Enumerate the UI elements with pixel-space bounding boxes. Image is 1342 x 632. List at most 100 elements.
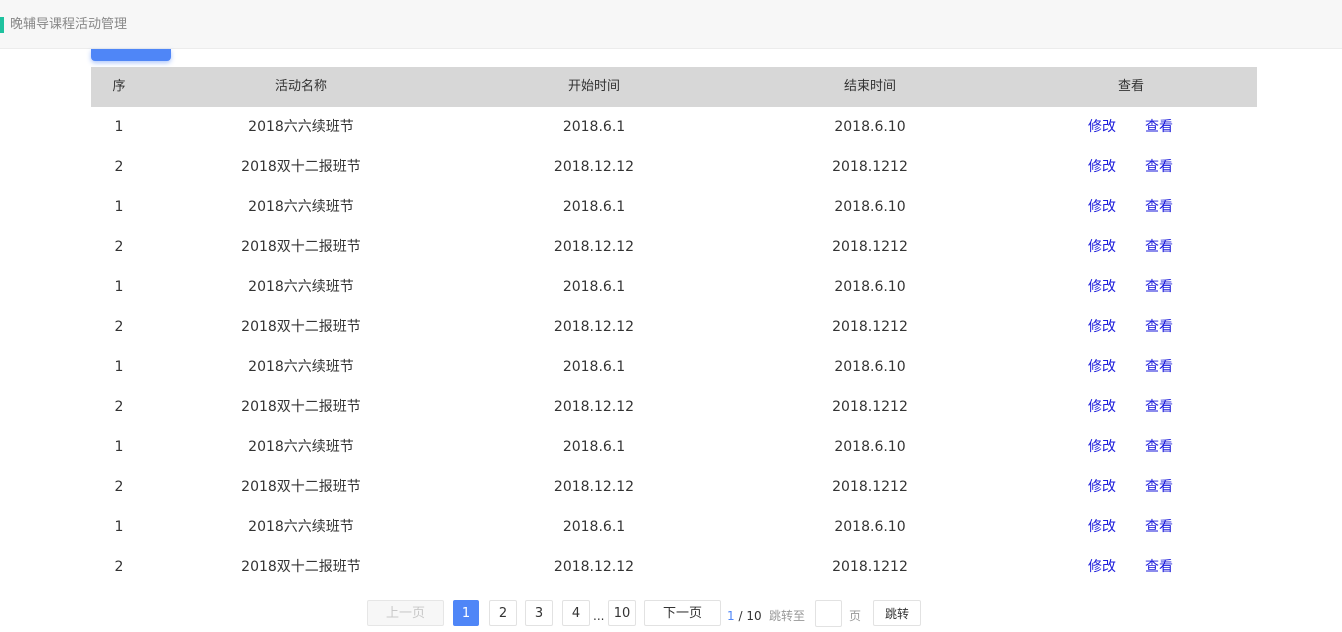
- row-seq: 1: [114, 279, 124, 295]
- row-start-time: 2018.6.1: [562, 199, 626, 215]
- row-end-time: 2018.1212: [832, 159, 908, 175]
- view-link[interactable]: 查看: [1145, 507, 1173, 547]
- table-row: 1 2018六六续班节 2018.6.1 2018.6.10 修改 查看: [91, 187, 1257, 227]
- row-activity-name: 2018双十二报班节: [241, 159, 361, 175]
- edit-link[interactable]: 修改: [1088, 427, 1116, 467]
- edit-link[interactable]: 修改: [1088, 347, 1116, 387]
- page-button-10[interactable]: 10: [608, 600, 636, 626]
- row-start-time: 2018.12.12: [553, 159, 635, 175]
- view-link[interactable]: 查看: [1145, 467, 1173, 507]
- row-start-time: 2018.12.12: [553, 559, 635, 575]
- view-link[interactable]: 查看: [1145, 187, 1173, 227]
- row-seq: 1: [114, 359, 124, 375]
- header-end-time: 结束时间: [843, 79, 897, 94]
- edit-link[interactable]: 修改: [1088, 307, 1116, 347]
- row-activity-name: 2018六六续班节: [248, 199, 354, 215]
- header-start-time: 开始时间: [567, 79, 621, 94]
- row-start-time: 2018.12.12: [553, 319, 635, 335]
- row-start-time: 2018.6.1: [562, 279, 626, 295]
- view-link[interactable]: 查看: [1145, 547, 1173, 587]
- table-row: 1 2018六六续班节 2018.6.1 2018.6.10 修改 查看: [91, 347, 1257, 387]
- table-row: 2 2018双十二报班节 2018.12.12 2018.1212 修改 查看: [91, 547, 1257, 587]
- row-start-time: 2018.6.1: [562, 439, 626, 455]
- row-seq: 2: [114, 399, 124, 415]
- jump-button[interactable]: 跳转: [873, 600, 921, 626]
- pagination: 上一页 1 2 3 4 ... 10 下一页 1 / 10 跳转至 页 跳转: [0, 600, 1342, 628]
- row-end-time: 2018.1212: [832, 239, 908, 255]
- page-button-1[interactable]: 1: [453, 600, 479, 626]
- edit-link[interactable]: 修改: [1088, 147, 1116, 187]
- page-unit-label: 页: [849, 609, 862, 623]
- view-link[interactable]: 查看: [1145, 347, 1173, 387]
- table-row: 2 2018双十二报班节 2018.12.12 2018.1212 修改 查看: [91, 147, 1257, 187]
- table-row: 2 2018双十二报班节 2018.12.12 2018.1212 修改 查看: [91, 467, 1257, 507]
- header-view: 查看: [1117, 79, 1145, 94]
- edit-link[interactable]: 修改: [1088, 267, 1116, 307]
- table-row: 1 2018六六续班节 2018.6.1 2018.6.10 修改 查看: [91, 427, 1257, 467]
- row-start-time: 2018.12.12: [553, 479, 635, 495]
- row-end-time: 2018.6.10: [834, 199, 906, 215]
- page-count: 1 / 10: [727, 600, 762, 628]
- row-end-time: 2018.1212: [832, 319, 908, 335]
- edit-link[interactable]: 修改: [1088, 107, 1116, 147]
- row-seq: 2: [114, 319, 124, 335]
- view-link[interactable]: 查看: [1145, 307, 1173, 347]
- row-activity-name: 2018六六续班节: [248, 359, 354, 375]
- row-end-time: 2018.6.10: [834, 279, 906, 295]
- page-button-2[interactable]: 2: [489, 600, 517, 626]
- row-seq: 1: [114, 199, 124, 215]
- edit-link[interactable]: 修改: [1088, 547, 1116, 587]
- page-button-4[interactable]: 4: [562, 600, 590, 626]
- edit-link[interactable]: 修改: [1088, 507, 1116, 547]
- prev-page-button[interactable]: 上一页: [367, 600, 444, 626]
- row-end-time: 2018.6.10: [834, 439, 906, 455]
- edit-link[interactable]: 修改: [1088, 227, 1116, 267]
- row-activity-name: 2018六六续班节: [248, 519, 354, 535]
- activity-table: 序 活动名称 开始时间 结束时间 查看 1 2018六六续班节 2018.6.1 20…: [91, 67, 1257, 587]
- table-row: 1 2018六六续班节 2018.6.1 2018.6.10 修改 查看: [91, 507, 1257, 547]
- table-header: 序 活动名称 开始时间 结束时间 查看: [91, 67, 1257, 107]
- table-row: 2 2018双十二报班节 2018.12.12 2018.1212 修改 查看: [91, 227, 1257, 267]
- table-row: 2 2018双十二报班节 2018.12.12 2018.1212 修改 查看: [91, 307, 1257, 347]
- row-start-time: 2018.6.1: [562, 119, 626, 135]
- top-bar: 晚辅导课程活动管理: [0, 0, 1342, 49]
- next-page-button[interactable]: 下一页: [644, 600, 721, 626]
- view-link[interactable]: 查看: [1145, 267, 1173, 307]
- total-pages: / 10: [738, 609, 762, 623]
- row-start-time: 2018.6.1: [562, 519, 626, 535]
- row-end-time: 2018.1212: [832, 559, 908, 575]
- current-page: 1: [727, 609, 735, 623]
- page-button-3[interactable]: 3: [525, 600, 553, 626]
- goto-label: 跳转至: [769, 609, 806, 623]
- row-activity-name: 2018六六续班节: [248, 119, 354, 135]
- row-activity-name: 2018双十二报班节: [241, 239, 361, 255]
- page-title: 晚辅导课程活动管理: [10, 17, 128, 32]
- table-row: 1 2018六六续班节 2018.6.1 2018.6.10 修改 查看: [91, 267, 1257, 307]
- row-activity-name: 2018双十二报班节: [241, 559, 361, 575]
- view-link[interactable]: 查看: [1145, 227, 1173, 267]
- row-end-time: 2018.6.10: [834, 519, 906, 535]
- row-activity-name: 2018双十二报班节: [241, 319, 361, 335]
- header-name: 活动名称: [274, 79, 328, 94]
- header-seq: 序: [112, 79, 126, 94]
- row-activity-name: 2018双十二报班节: [241, 399, 361, 415]
- add-button[interactable]: [91, 49, 171, 61]
- table-row: 2 2018双十二报班节 2018.12.12 2018.1212 修改 查看: [91, 387, 1257, 427]
- row-start-time: 2018.6.1: [562, 359, 626, 375]
- row-activity-name: 2018六六续班节: [248, 279, 354, 295]
- view-link[interactable]: 查看: [1145, 147, 1173, 187]
- row-seq: 2: [114, 239, 124, 255]
- edit-link[interactable]: 修改: [1088, 387, 1116, 427]
- view-link[interactable]: 查看: [1145, 387, 1173, 427]
- goto-page-input[interactable]: [815, 600, 842, 627]
- table-body: 1 2018六六续班节 2018.6.1 2018.6.10 修改 查看 2 2018双十二报…: [91, 107, 1257, 587]
- pagination-ellipsis: ...: [593, 609, 605, 623]
- row-activity-name: 2018双十二报班节: [241, 479, 361, 495]
- row-end-time: 2018.1212: [832, 479, 908, 495]
- edit-link[interactable]: 修改: [1088, 187, 1116, 227]
- edit-link[interactable]: 修改: [1088, 467, 1116, 507]
- view-link[interactable]: 查看: [1145, 107, 1173, 147]
- row-start-time: 2018.12.12: [553, 399, 635, 415]
- row-seq: 2: [114, 559, 124, 575]
- view-link[interactable]: 查看: [1145, 427, 1173, 467]
